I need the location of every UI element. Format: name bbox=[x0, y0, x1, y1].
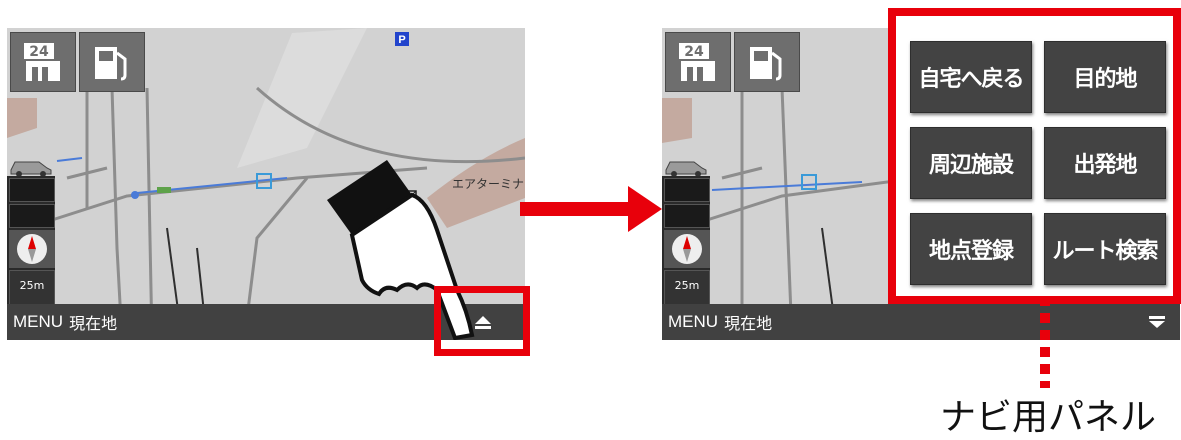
speed-limit-cell bbox=[9, 178, 55, 202]
current-location-button[interactable]: 現在地 bbox=[724, 310, 772, 334]
scale-indicator[interactable]: 25m bbox=[9, 270, 55, 308]
navigation-panel: 自宅へ戻る 目的地 周辺施設 出発地 地点登録 ルート検索 bbox=[888, 8, 1181, 304]
departure-point-button[interactable]: 出発地 bbox=[1044, 127, 1166, 199]
svg-text:24: 24 bbox=[29, 44, 49, 60]
convenience-store-icon[interactable]: 24 bbox=[10, 32, 76, 92]
register-point-button[interactable]: 地点登録 bbox=[910, 213, 1032, 285]
callout-dotted-line bbox=[1040, 296, 1050, 388]
side-info-column: 25m bbox=[7, 176, 55, 308]
transition-arrow bbox=[520, 202, 630, 216]
gas-station-icon[interactable] bbox=[79, 32, 145, 92]
compass-icon[interactable] bbox=[664, 230, 710, 268]
car-icon bbox=[665, 161, 707, 176]
compass-icon[interactable] bbox=[9, 230, 55, 268]
current-location-button[interactable]: 現在地 bbox=[69, 310, 117, 334]
convenience-store-icon[interactable]: 24 bbox=[665, 32, 731, 92]
menu-button[interactable]: MENU bbox=[668, 312, 718, 332]
destination-button[interactable]: 目的地 bbox=[1044, 41, 1166, 113]
collapse-icon[interactable] bbox=[1148, 315, 1166, 329]
direction-cell bbox=[664, 204, 710, 228]
nearby-facilities-button[interactable]: 周辺施設 bbox=[910, 127, 1032, 199]
menu-button[interactable]: MENU bbox=[13, 312, 63, 332]
car-icon bbox=[10, 161, 52, 176]
gas-station-icon[interactable] bbox=[734, 32, 800, 92]
panel-caption: ナビ用パネル bbox=[940, 397, 1157, 438]
svg-text:P: P bbox=[398, 34, 405, 46]
direction-cell bbox=[9, 204, 55, 228]
scale-indicator[interactable]: 25m bbox=[664, 270, 710, 308]
tap-highlight-box bbox=[434, 286, 530, 356]
transition-arrow-head bbox=[628, 186, 662, 232]
side-info-column: 25m bbox=[662, 176, 710, 308]
return-home-button[interactable]: 自宅へ戻る bbox=[910, 41, 1032, 113]
speed-limit-cell bbox=[664, 178, 710, 202]
route-search-button[interactable]: ルート検索 bbox=[1044, 213, 1166, 285]
svg-text:24: 24 bbox=[684, 44, 704, 60]
bottom-bar: MENU 現在地 bbox=[662, 304, 1180, 340]
